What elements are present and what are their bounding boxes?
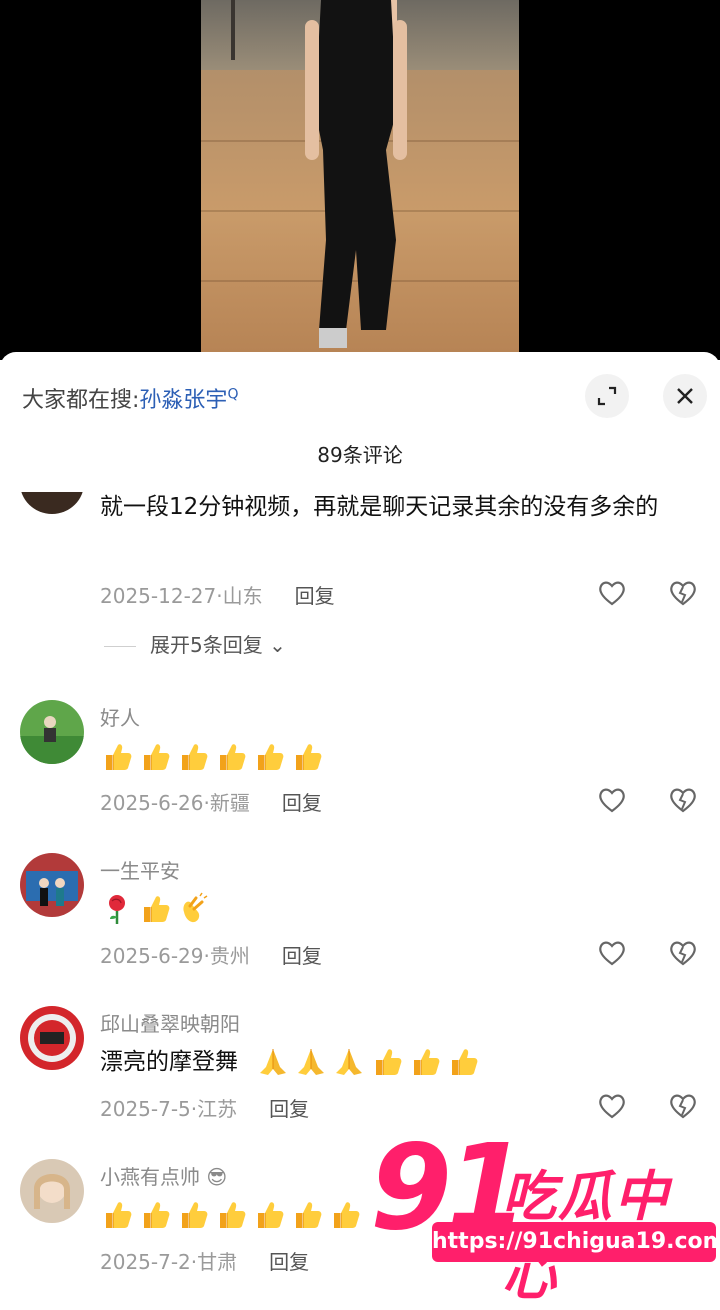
dancer-figure bbox=[305, 0, 407, 348]
watermark-url: https://91chigua19.com bbox=[432, 1222, 720, 1262]
thumb-emoji bbox=[290, 740, 324, 774]
thumb-emoji bbox=[138, 1198, 172, 1232]
avatar[interactable] bbox=[20, 853, 84, 917]
watermark-logo: 91 吃瓜中心 https://91chigua19.com bbox=[370, 1128, 720, 1307]
expand-button[interactable] bbox=[585, 374, 629, 418]
pray-emoji bbox=[332, 1045, 366, 1079]
comment-emoji-row bbox=[100, 1198, 362, 1232]
reply-button[interactable]: 回复 bbox=[282, 944, 322, 968]
avatar[interactable] bbox=[20, 1159, 84, 1223]
thumb-emoji bbox=[138, 740, 172, 774]
close-icon bbox=[677, 388, 693, 404]
pray-emoji bbox=[256, 1045, 290, 1079]
thumb-emoji bbox=[252, 1198, 286, 1232]
pray-emoji bbox=[294, 1045, 328, 1079]
comment-count: 89条评论 bbox=[317, 443, 403, 467]
comment-emoji-row bbox=[256, 1045, 480, 1079]
search-suggestion[interactable]: 大家都在搜:孙淼张宇Q bbox=[22, 382, 238, 414]
search-prefix: 大家都在搜: bbox=[22, 388, 140, 413]
like-heart-icon[interactable] bbox=[597, 938, 627, 968]
comment-author[interactable]: 一生平安 bbox=[100, 855, 180, 884]
cool-face-emoji: 😎 bbox=[206, 1165, 228, 1189]
expand-replies-label: 展开5条回复 bbox=[150, 633, 263, 657]
thumb-emoji bbox=[176, 740, 210, 774]
comment-date: 2025-12-27·山东 bbox=[100, 584, 263, 608]
comment-text: 就一段12分钟视频，再就是聊天记录其余的没有多余的 bbox=[100, 494, 659, 520]
video-frame bbox=[201, 0, 519, 352]
comment-date: 2025-7-2·甘肃 bbox=[100, 1250, 238, 1274]
search-term[interactable]: 孙淼张宇 bbox=[139, 388, 227, 413]
expand-replies-button[interactable]: 展开5条回复 ⌄ bbox=[104, 629, 286, 658]
avatar[interactable] bbox=[20, 700, 84, 764]
expand-icon bbox=[597, 386, 617, 406]
thumb-emoji bbox=[328, 1198, 362, 1232]
comment-author[interactable]: 邱山叠翠映朝阳 bbox=[100, 1008, 240, 1037]
thumb-emoji bbox=[446, 1045, 480, 1079]
thumb-emoji bbox=[252, 740, 286, 774]
chevron-down-icon: ⌄ bbox=[269, 633, 286, 657]
thumb-emoji bbox=[214, 740, 248, 774]
like-heart-icon[interactable] bbox=[597, 785, 627, 815]
thumb-emoji bbox=[370, 1045, 404, 1079]
search-icon: Q bbox=[227, 386, 239, 403]
thumb-emoji bbox=[100, 740, 134, 774]
video-player[interactable] bbox=[0, 0, 720, 360]
like-heart-icon[interactable] bbox=[597, 1091, 627, 1121]
reply-button[interactable]: 回复 bbox=[282, 791, 322, 815]
avatar[interactable] bbox=[20, 1006, 84, 1070]
reply-button[interactable]: 回复 bbox=[295, 584, 335, 608]
comment-meta: 2025-6-26·新疆 回复 bbox=[100, 787, 322, 816]
comment-date: 2025-6-26·新疆 bbox=[100, 791, 250, 815]
comment-emoji-row bbox=[100, 740, 324, 774]
thumb-emoji bbox=[214, 1198, 248, 1232]
dislike-heart-icon[interactable] bbox=[668, 785, 698, 815]
comment-text: 漂亮的摩登舞 bbox=[100, 1049, 238, 1075]
comment-meta: 2025-7-5·江苏 回复 bbox=[100, 1093, 309, 1122]
comment-meta: 2025-6-29·贵州 回复 bbox=[100, 940, 322, 969]
thumb-emoji bbox=[176, 1198, 210, 1232]
reply-button[interactable]: 回复 bbox=[269, 1250, 309, 1274]
comment-author[interactable]: 小燕有点帅 😎 bbox=[100, 1161, 227, 1190]
clap-emoji bbox=[176, 892, 210, 926]
reply-button[interactable]: 回复 bbox=[269, 1097, 309, 1121]
thumb-emoji bbox=[100, 1198, 134, 1232]
thumb-emoji bbox=[138, 892, 172, 926]
thumb-emoji bbox=[408, 1045, 442, 1079]
comment-author-name: 小燕有点帅 bbox=[100, 1165, 200, 1189]
thumb-emoji bbox=[290, 1198, 324, 1232]
rose-emoji bbox=[100, 892, 134, 926]
dislike-heart-icon[interactable] bbox=[668, 578, 698, 608]
comment-date: 2025-7-5·江苏 bbox=[100, 1097, 238, 1121]
comment-meta: 2025-7-2·甘肃 回复 bbox=[100, 1246, 309, 1275]
like-heart-icon[interactable] bbox=[597, 578, 627, 608]
close-button[interactable] bbox=[663, 374, 707, 418]
comment-meta: 2025-12-27·山东 回复 bbox=[100, 580, 335, 609]
comment-date: 2025-6-29·贵州 bbox=[100, 944, 250, 968]
dislike-heart-icon[interactable] bbox=[668, 938, 698, 968]
comment-author[interactable]: 好人 bbox=[100, 702, 140, 731]
dislike-heart-icon[interactable] bbox=[668, 1091, 698, 1121]
comment-emoji-row bbox=[100, 892, 210, 926]
